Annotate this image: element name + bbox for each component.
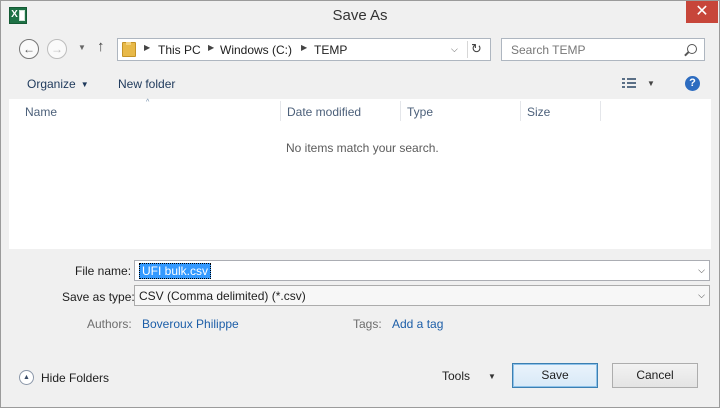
chevron-down-icon[interactable]: ⌵ bbox=[698, 265, 705, 276]
address-divider bbox=[467, 41, 468, 58]
column-header-date-modified[interactable]: Date modified bbox=[287, 105, 361, 127]
refresh-icon[interactable]: ↻ bbox=[471, 41, 482, 57]
file-name-value[interactable]: UFI bulk.csv bbox=[139, 263, 212, 279]
up-button[interactable]: ↑ bbox=[97, 38, 105, 55]
back-button[interactable]: ← bbox=[19, 39, 39, 59]
title-bar: Save As ✕ bbox=[1, 1, 719, 31]
column-divider[interactable] bbox=[280, 101, 281, 121]
column-header-name[interactable]: Name bbox=[25, 105, 57, 127]
chevron-down-icon[interactable]: ⌵ bbox=[698, 290, 705, 301]
chevron-down-icon: ▼ bbox=[80, 80, 89, 89]
file-list[interactable]: ^ Name Date modified Type Size No items … bbox=[9, 99, 711, 249]
file-name-label: File name: bbox=[75, 264, 132, 278]
column-header-size[interactable]: Size bbox=[527, 105, 550, 127]
folder-icon bbox=[122, 42, 136, 57]
help-icon[interactable]: ? bbox=[685, 76, 700, 91]
chevron-down-icon[interactable]: ▼ bbox=[647, 79, 655, 88]
empty-list-message: No items match your search. bbox=[286, 141, 439, 155]
cancel-button[interactable]: Cancel bbox=[612, 363, 698, 388]
breadcrumb-separator[interactable]: ▶ bbox=[208, 43, 214, 52]
save-as-type-label: Save as type: bbox=[62, 290, 135, 304]
new-folder-button[interactable]: New folder bbox=[118, 77, 175, 91]
breadcrumb-temp[interactable]: TEMP bbox=[314, 43, 347, 57]
breadcrumb-this-pc[interactable]: This PC bbox=[158, 43, 201, 57]
tools-button[interactable]: Tools bbox=[442, 369, 470, 383]
column-divider[interactable] bbox=[400, 101, 401, 121]
save-as-dialog: Save As ✕ ← → ▼ ↑ ▶ This PC ▶ Windows (C… bbox=[0, 0, 720, 408]
save-as-type-value: CSV (Comma delimited) (*.csv) bbox=[139, 289, 306, 303]
close-button[interactable]: ✕ bbox=[686, 1, 718, 23]
address-bar[interactable]: ▶ This PC ▶ Windows (C:) ▶ TEMP ⌵ ↻ bbox=[117, 38, 491, 61]
view-options-icon[interactable] bbox=[622, 78, 636, 88]
breadcrumb-separator: ▶ bbox=[144, 43, 151, 52]
save-button[interactable]: Save bbox=[512, 363, 598, 388]
command-bar: Organize ▼ New folder ▼ ? bbox=[1, 67, 719, 99]
recent-locations-button[interactable]: ▼ bbox=[78, 43, 86, 52]
search-input[interactable]: Search TEMP bbox=[501, 38, 705, 61]
hide-folders-label: Hide Folders bbox=[41, 371, 110, 385]
window-title: Save As bbox=[332, 7, 388, 24]
file-name-field[interactable]: UFI bulk.csv ⌵ bbox=[134, 260, 710, 281]
chevron-up-icon: ▲ bbox=[19, 370, 34, 385]
authors-value[interactable]: Boveroux Philippe bbox=[142, 317, 239, 331]
tags-label: Tags: bbox=[353, 317, 382, 331]
save-as-type-select[interactable]: CSV (Comma delimited) (*.csv) ⌵ bbox=[134, 285, 710, 306]
add-tag-link[interactable]: Add a tag bbox=[392, 317, 443, 331]
breadcrumb-windows-c[interactable]: Windows (C:) bbox=[220, 43, 292, 57]
organize-button[interactable]: Organize ▼ bbox=[27, 77, 89, 91]
chevron-down-icon[interactable]: ▼ bbox=[488, 372, 496, 381]
forward-button[interactable]: → bbox=[47, 39, 67, 59]
column-divider[interactable] bbox=[520, 101, 521, 121]
organize-label: Organize bbox=[27, 77, 76, 91]
breadcrumb-separator[interactable]: ▶ bbox=[301, 43, 307, 52]
navigation-bar: ← → ▼ ↑ ▶ This PC ▶ Windows (C:) ▶ TEMP … bbox=[1, 31, 719, 67]
search-icon[interactable] bbox=[687, 44, 697, 54]
column-header-type[interactable]: Type bbox=[407, 105, 433, 127]
address-dropdown-icon[interactable]: ⌵ bbox=[451, 44, 458, 55]
sort-indicator-icon: ^ bbox=[146, 99, 150, 106]
search-placeholder: Search TEMP bbox=[511, 43, 586, 57]
column-divider[interactable] bbox=[600, 101, 601, 121]
authors-label: Authors: bbox=[87, 317, 132, 331]
